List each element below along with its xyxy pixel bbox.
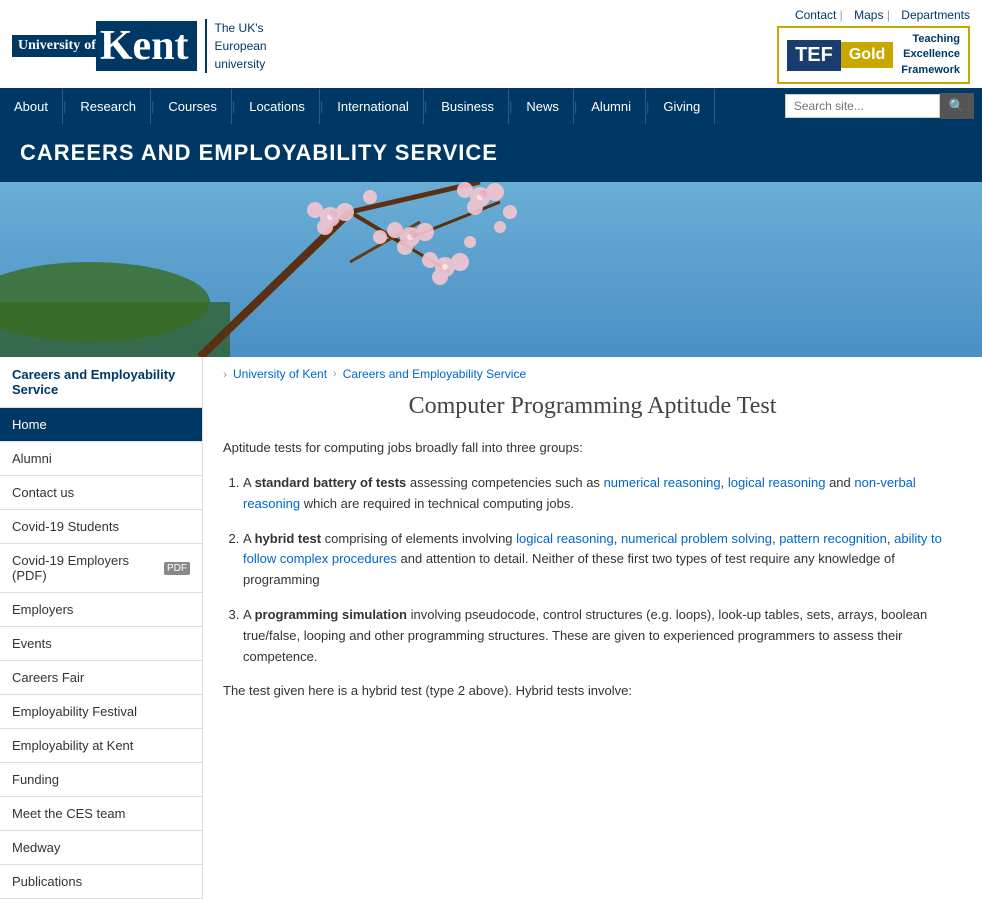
nav-alumni[interactable]: Alumni xyxy=(577,89,646,124)
tef-logo-text: TEF xyxy=(787,40,841,71)
nav-research[interactable]: Research xyxy=(66,89,151,124)
nav-business[interactable]: Business xyxy=(427,89,509,124)
nav-giving[interactable]: Giving xyxy=(649,89,715,124)
main-content: › University of Kent › Careers and Emplo… xyxy=(203,357,982,899)
sidebar-item-meet-ces-team[interactable]: Meet the CES team xyxy=(0,797,202,831)
sidebar-item-alumni[interactable]: Alumni xyxy=(0,442,202,476)
bold-hybrid-test: hybrid test xyxy=(255,531,321,546)
sidebar-item-funding[interactable]: Funding xyxy=(0,763,202,797)
kent-wordmark: Kent xyxy=(100,23,189,69)
sidebar-title: Careers and Employability Service xyxy=(0,357,202,408)
list-item-2: A hybrid test comprising of elements inv… xyxy=(243,529,962,591)
sidebar-item-events[interactable]: Events xyxy=(0,627,202,661)
sidebar-item-careers-fair[interactable]: Careers Fair xyxy=(0,661,202,695)
nav-news[interactable]: News xyxy=(512,89,574,124)
top-header: University of Kent The UK's European uni… xyxy=(0,0,982,88)
contact-link[interactable]: Contact xyxy=(795,8,836,22)
sidebar-item-medway[interactable]: Medway xyxy=(0,831,202,865)
sidebar-item-employability-festival[interactable]: Employability Festival xyxy=(0,695,202,729)
content-wrapper: Careers and Employability Service Home A… xyxy=(0,357,982,899)
sidebar-item-publications[interactable]: Publications xyxy=(0,865,202,899)
search-input[interactable] xyxy=(785,94,940,118)
header-right: Contact | Maps | Departments TEF Gold Te… xyxy=(777,8,970,84)
list-item-3: A programming simulation involving pseud… xyxy=(243,605,962,667)
list-item-1: A standard battery of tests assessing co… xyxy=(243,473,962,515)
search-form: 🔍 xyxy=(777,88,982,124)
breadcrumb-ces[interactable]: Careers and Employability Service xyxy=(343,367,526,381)
article-intro: Aptitude tests for computing jobs broadl… xyxy=(223,438,962,459)
tef-grade: Gold xyxy=(841,42,893,68)
sidebar-item-home[interactable]: Home xyxy=(0,408,202,442)
nav-courses[interactable]: Courses xyxy=(154,89,231,124)
tef-badge: TEF Gold Teaching Excellence Framework xyxy=(777,26,970,84)
nav-locations[interactable]: Locations xyxy=(235,89,320,124)
university-tagline: The UK's European university xyxy=(215,19,267,73)
link-pattern-recognition[interactable]: pattern recognition xyxy=(779,531,887,546)
sidebar-item-employability-at-kent[interactable]: Employability at Kent xyxy=(0,729,202,763)
sidebar-item-covid-employers[interactable]: Covid-19 Employers (PDF) PDF xyxy=(0,544,202,593)
sidebar-item-covid-students[interactable]: Covid-19 Students xyxy=(0,510,202,544)
pdf-icon: PDF xyxy=(164,562,190,575)
article-list: A standard battery of tests assessing co… xyxy=(243,473,962,667)
top-links: Contact | Maps | Departments xyxy=(787,8,970,22)
bold-standard-battery: standard battery of tests xyxy=(255,475,407,490)
maps-link[interactable]: Maps xyxy=(854,8,883,22)
breadcrumb-home[interactable]: University of Kent xyxy=(233,367,327,381)
sidebar: Careers and Employability Service Home A… xyxy=(0,357,203,899)
article-closing-text: The test given here is a hybrid test (ty… xyxy=(223,681,962,702)
search-button[interactable]: 🔍 xyxy=(940,93,974,119)
page-title: CAREERS AND EMPLOYABILITY SERVICE xyxy=(20,140,962,166)
hero-image xyxy=(0,182,982,357)
departments-link[interactable]: Departments xyxy=(901,8,970,22)
link-numerical-reasoning-1[interactable]: numerical reasoning xyxy=(604,475,721,490)
bold-programming-simulation: programming simulation xyxy=(255,607,407,622)
tef-label: Teaching Excellence Framework xyxy=(901,32,960,78)
university-logo: University of Kent The UK's European uni… xyxy=(12,19,267,73)
link-numerical-problem-solving[interactable]: numerical problem solving xyxy=(621,531,772,546)
link-logical-reasoning-2[interactable]: logical reasoning xyxy=(516,531,614,546)
main-navigation: About | Research | Courses | Locations |… xyxy=(0,88,982,124)
article-title: Computer Programming Aptitude Test xyxy=(223,393,962,420)
breadcrumb: › University of Kent › Careers and Emplo… xyxy=(223,357,962,393)
sidebar-item-contact-us[interactable]: Contact us xyxy=(0,476,202,510)
link-logical-reasoning-1[interactable]: logical reasoning xyxy=(728,475,826,490)
page-title-banner: CAREERS AND EMPLOYABILITY SERVICE xyxy=(0,124,982,182)
nav-international[interactable]: International xyxy=(323,89,424,124)
sidebar-item-employers[interactable]: Employers xyxy=(0,593,202,627)
nav-about[interactable]: About xyxy=(0,89,63,124)
